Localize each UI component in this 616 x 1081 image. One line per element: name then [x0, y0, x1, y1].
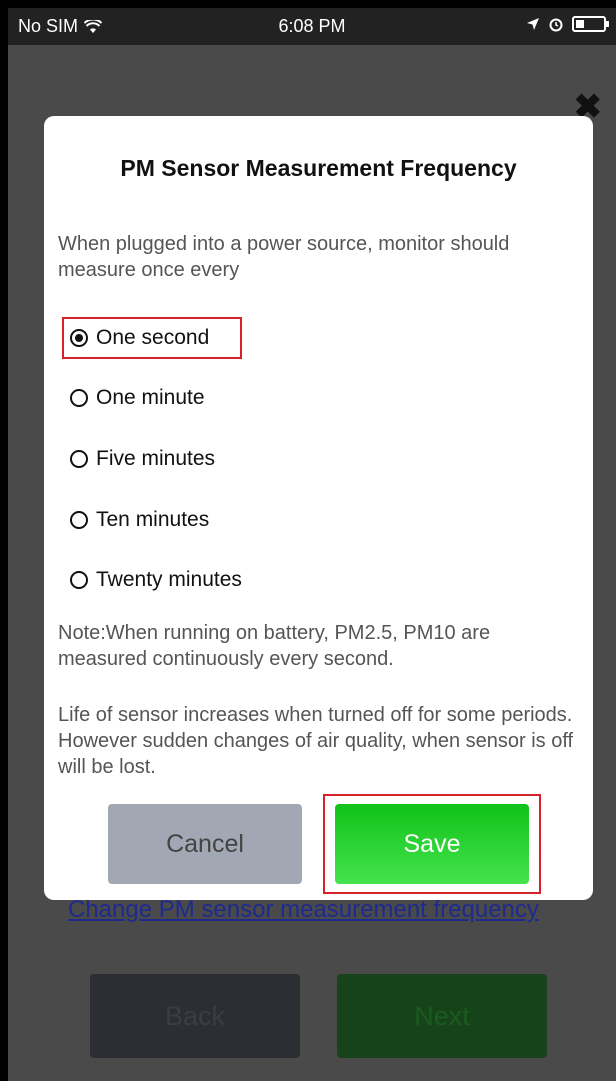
option-twenty-minutes[interactable]: Twenty minutes	[70, 564, 242, 596]
option-label: One second	[96, 326, 210, 349]
cancel-button[interactable]: Cancel	[108, 804, 302, 884]
change-frequency-link[interactable]: Change PM sensor measurement frequency	[68, 896, 539, 924]
radio-unchecked-icon[interactable]	[70, 450, 88, 468]
back-button[interactable]: Back	[90, 974, 300, 1058]
option-label: Twenty minutes	[96, 568, 242, 591]
option-label: Five minutes	[96, 447, 216, 470]
phone-screen: No SIM 6:08 PM ✖ Change PM sensor measur…	[8, 8, 616, 1081]
option-one-minute[interactable]: One minute	[70, 382, 205, 414]
radio-unchecked-icon[interactable]	[70, 571, 88, 589]
radio-checked-icon[interactable]	[70, 329, 88, 347]
battery-icon	[572, 16, 609, 32]
radio-unchecked-icon[interactable]	[70, 389, 88, 407]
alarm-icon	[549, 18, 563, 32]
next-button[interactable]: Next	[337, 974, 547, 1058]
radio-unchecked-icon[interactable]	[70, 511, 88, 529]
option-label: Ten minutes	[96, 508, 210, 531]
battery-note: Note:When running on battery, PM2.5, PM1…	[58, 622, 491, 670]
status-time: 6:08 PM	[278, 16, 346, 36]
status-right	[526, 16, 609, 32]
status-bar: No SIM 6:08 PM	[8, 8, 616, 45]
option-label: One minute	[96, 386, 205, 409]
option-five-minutes[interactable]: Five minutes	[70, 443, 215, 475]
option-ten-minutes[interactable]: Ten minutes	[70, 504, 209, 536]
frequency-dialog: PM Sensor Measurement Frequency When plu…	[44, 116, 593, 900]
sensor-life-note: Life of sensor increases when turned off…	[58, 704, 574, 778]
option-one-second[interactable]: One second	[70, 322, 209, 354]
dialog-intro: When plugged into a power source, monito…	[58, 233, 510, 281]
dialog-title: PM Sensor Measurement Frequency	[120, 155, 517, 181]
save-button[interactable]: Save	[335, 804, 529, 884]
location-arrow-icon	[527, 18, 539, 30]
